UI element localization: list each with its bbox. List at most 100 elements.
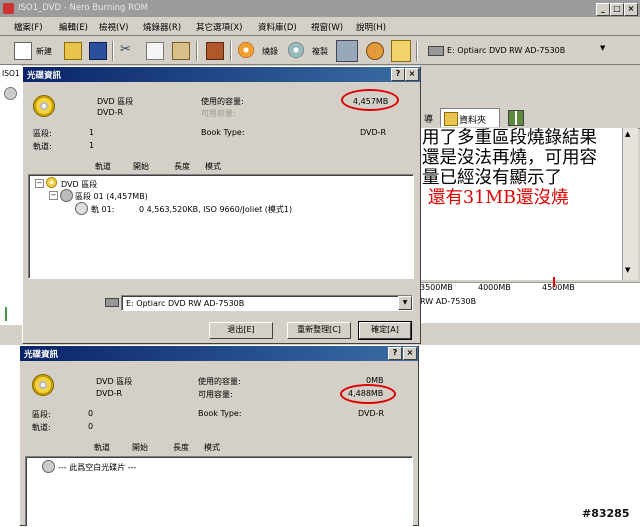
scale-label-4000: 4000MB (478, 283, 511, 292)
grid-view-icon[interactable] (508, 110, 524, 126)
dialog2-close-button[interactable]: × (403, 347, 417, 360)
save-icon[interactable] (89, 42, 107, 60)
close-button[interactable]: × (624, 3, 638, 16)
menu-view[interactable]: 檢視(V) (99, 21, 128, 33)
tab-folder[interactable]: 資料夾 (440, 108, 500, 127)
tree-collapse-icon[interactable]: − (49, 191, 58, 200)
main-window-title: ISO1_DVD - Nero Burning ROM (18, 3, 149, 13)
cut-icon[interactable]: ✂ (120, 42, 136, 58)
dialog1-refresh-button[interactable]: 重新整理[C] (287, 322, 351, 339)
nero-logo-icon (3, 3, 14, 14)
right-scrollbar[interactable]: ▲ ▼ (622, 128, 638, 280)
tree-track-label[interactable]: 軌 01: (91, 204, 114, 215)
dialog2-sessions-value: 0 (88, 409, 94, 418)
menu-extras[interactable]: 其它選項(X) (196, 21, 242, 33)
drive-icon (428, 46, 444, 56)
dialog1-tracks-label: 軌道: (33, 142, 52, 151)
dialog1-title: 光碟資訊 (27, 71, 62, 81)
dialog1-tracks-value: 1 (89, 141, 95, 150)
new-document-icon[interactable] (14, 42, 32, 60)
scroll-up-icon[interactable]: ▲ (625, 130, 630, 138)
dialog1-col-length[interactable]: 長度 (174, 161, 190, 172)
disc-info-dialog-2: 光碟資訊 ? × DVD 區段 DVD-R 使用的容量: 可用容量: 0MB 4… (19, 345, 419, 527)
open-folder-icon[interactable] (64, 42, 82, 60)
dialog2-tracks-value: 0 (88, 422, 94, 431)
menu-help[interactable]: 說明(H) (356, 21, 386, 33)
annotation-line-3: 量已經沒有顯示了 (422, 168, 562, 188)
toolbar-separator (112, 41, 113, 61)
dialog2-booktype-value: DVD-R (358, 409, 385, 418)
dialog2-col-mode[interactable]: 模式 (204, 442, 220, 453)
disc-info-dialog-1: 光碟資訊 ? × DVD 區段 DVD-R 使用的容量: 可用容量: 4,457… (22, 66, 421, 344)
dialog1-track-tree: − DVD 區段 − 區段 01 (4,457MB) 軌 01: 0 4,563… (28, 174, 414, 279)
left-pane-tab[interactable]: ISO1 (2, 69, 20, 78)
dialog1-sessions-value: 1 (89, 128, 95, 137)
scale-label-3500: 3500MB (420, 283, 453, 292)
tab-folder-label: 資料夾 (459, 116, 487, 126)
dialog2-col-start[interactable]: 開始 (132, 442, 148, 453)
drive-combo-text[interactable]: E: Optiarc DVD RW AD-7530B (447, 46, 565, 55)
eject-icon[interactable] (366, 42, 384, 60)
tree-track-info: 0 4,563,520KB, ISO 9660/Joliet (模式1) (139, 205, 293, 214)
annotation-line-1: 用了多重區段燒錄結果 (422, 128, 597, 148)
disc-info-icon[interactable] (336, 40, 358, 62)
menu-window[interactable]: 視窗(W) (311, 21, 343, 33)
media-icon[interactable] (391, 40, 411, 62)
menu-file[interactable]: 檔案(F) (14, 21, 43, 33)
burn-icon[interactable] (238, 42, 254, 58)
toolbar-separator (230, 41, 231, 61)
menu-edit[interactable]: 編輯(E) (59, 21, 88, 33)
annotation-line-2: 還是沒法再燒，可用容 (422, 148, 597, 168)
left-pane: ISO1 (0, 65, 23, 325)
dialog2-used-label: 使用的容量: (198, 377, 241, 386)
dialog1-col-start[interactable]: 開始 (133, 161, 149, 172)
copy-icon[interactable] (146, 42, 164, 60)
dialog1-drive-select[interactable]: E: Optiarc DVD RW AD-7530B ▼ (121, 295, 413, 311)
dialog1-drive-icon (105, 298, 119, 307)
toolbar: 新建 ✂ 燒錄 複製 E: Optiarc DVD RW AD-7530B ▼ (0, 36, 640, 65)
tab-navigator[interactable]: 導 (424, 112, 433, 125)
tree-track-icon (75, 202, 88, 215)
dialog1-col-track[interactable]: 軌道 (95, 161, 111, 172)
dialog2-track-tree: --- 此爲空白光碟片 --- (25, 456, 413, 527)
dialog2-col-track[interactable]: 軌道 (94, 442, 110, 453)
tree-empty-disc-icon (42, 460, 55, 473)
status-drive-label: RW AD-7530B (420, 297, 477, 306)
dialog2-free-label: 可用容量: (198, 390, 233, 399)
dialog2-tracks-label: 軌道: (32, 423, 51, 432)
left-disc-icon (4, 87, 17, 100)
menu-bar: 檔案(F) 編輯(E) 檢視(V) 燒錄器(R) 其它選項(X) 資料庫(D) … (0, 17, 640, 36)
dialog1-booktype-value: DVD-R (360, 128, 387, 137)
tree-collapse-icon[interactable]: − (35, 179, 44, 188)
burn-button-label[interactable]: 燒錄 (262, 46, 278, 57)
dialog1-ok-button[interactable]: 確定[A] (358, 321, 412, 340)
menu-database[interactable]: 資料庫(D) (258, 21, 297, 33)
left-progress-marker (5, 307, 7, 321)
maximize-button[interactable]: □ (610, 3, 624, 16)
dialog2-free-highlight (340, 384, 396, 404)
minimize-button[interactable]: _ (596, 3, 610, 16)
new-button-label[interactable]: 新建 (36, 46, 52, 57)
dialog1-col-mode[interactable]: 模式 (205, 161, 221, 172)
tree-session-label[interactable]: 區段 01 (4,457MB) (75, 191, 148, 202)
dialog2-col-length[interactable]: 長度 (173, 442, 189, 453)
dialog2-help-button[interactable]: ? (388, 347, 402, 360)
dialog1-booktype-label: Book Type: (201, 128, 245, 137)
dialog2-title: 光碟資訊 (24, 350, 59, 360)
dialog1-help-button[interactable]: ? (391, 68, 405, 81)
compilation-icon[interactable] (206, 42, 224, 60)
menu-recorder[interactable]: 燒錄器(R) (143, 21, 181, 33)
dialog1-drive-arrow-icon[interactable]: ▼ (398, 296, 412, 310)
copy-button-label[interactable]: 複製 (312, 46, 328, 57)
dialog1-exit-button[interactable]: 退出[E] (209, 322, 273, 339)
tree-empty-label: --- 此爲空白光碟片 --- (58, 463, 137, 472)
paste-icon[interactable] (172, 42, 190, 60)
dialog1-close-button[interactable]: × (405, 68, 419, 81)
dialog1-disc-media: DVD-R (97, 108, 124, 117)
copy-disc-icon[interactable] (288, 42, 304, 58)
scroll-down-icon[interactable]: ▼ (625, 266, 630, 274)
dialog1-disc-icon (33, 95, 55, 117)
drive-combo-arrow-icon[interactable]: ▼ (600, 44, 605, 52)
dialog2-disc-icon (32, 374, 54, 396)
scale-label-4500: 4500MB (542, 283, 575, 292)
